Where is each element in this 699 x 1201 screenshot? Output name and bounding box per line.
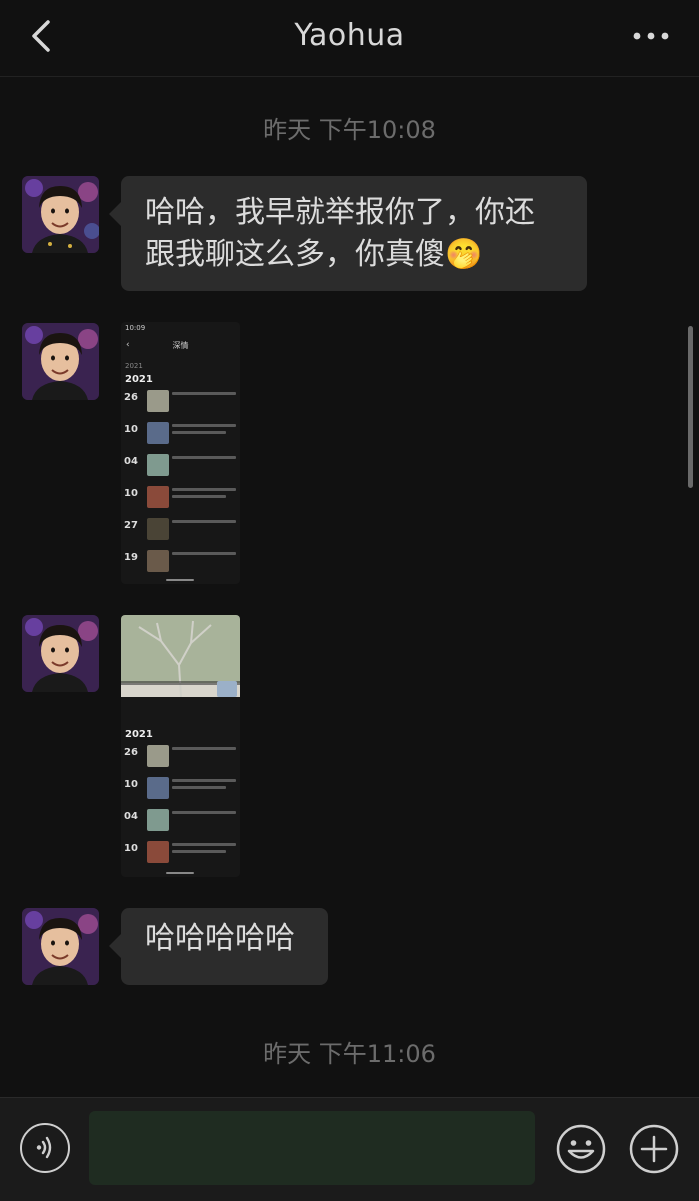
mini-thumb (147, 422, 169, 444)
avatar[interactable] (22, 323, 99, 400)
mini-feed-row: 10 (121, 775, 240, 807)
scrollbar[interactable] (688, 326, 693, 488)
message-text-line1: 哈哈，我早就举报你了，你还 (145, 195, 535, 230)
mini-feed-row: 26 (121, 743, 240, 775)
emoji-icon[interactable] (556, 1124, 606, 1174)
timestamp: 昨天 下午10:08 (263, 116, 436, 144)
avatar[interactable] (22, 908, 99, 985)
avatar[interactable] (22, 615, 99, 692)
mini-thumb (147, 841, 169, 863)
mini-title: 深情 (172, 341, 189, 350)
mini-status-bar: 10:09 (121, 322, 240, 336)
mini-feed-row: 04 (121, 807, 240, 839)
mini-date: 10 (124, 488, 138, 499)
mini-feed-row: 04 (121, 452, 240, 484)
timestamp: 昨天 下午11:06 (263, 1040, 436, 1068)
mini-year: 2021 (125, 729, 153, 740)
hand-over-mouth-emoji-icon: 🤭 (445, 237, 483, 272)
mini-date: 27 (124, 520, 138, 531)
mini-thumb (147, 486, 169, 508)
mini-cover-photo (121, 615, 240, 698)
mini-thumb (147, 745, 169, 767)
mini-home-indicator (166, 579, 194, 581)
image-message[interactable]: 10:09 ‹ 深情 2021 2021 26 10 04 10 27 19 (121, 322, 240, 584)
voice-icon[interactable] (20, 1123, 70, 1173)
image-message[interactable]: 2021 26 10 04 10 (121, 615, 240, 877)
message-text: 哈哈哈哈哈 (145, 921, 295, 956)
chat-header: Yaohua (0, 0, 699, 77)
mini-date: 26 (124, 392, 138, 403)
mini-date: 26 (124, 747, 138, 758)
mini-thumb (147, 809, 169, 831)
mini-date: 10 (124, 424, 138, 435)
chat-title: Yaohua (294, 18, 405, 53)
mini-header: ‹ 深情 (121, 336, 240, 362)
more-dots-icon[interactable] (631, 22, 671, 52)
message-text-line2: 跟我聊这么多，你真傻 (145, 237, 445, 272)
mini-date: 04 (124, 811, 138, 822)
mini-feed-row: 27 (121, 516, 240, 548)
mini-date: 19 (124, 552, 138, 563)
mini-status-time: 10:09 (125, 324, 146, 332)
mini-feed-row: 10 (121, 484, 240, 516)
mini-home-indicator (166, 872, 194, 874)
mini-feed-row: 10 (121, 839, 240, 871)
mini-thumb (147, 550, 169, 572)
mini-feed-row: 19 (121, 548, 240, 580)
mini-thumb (147, 454, 169, 476)
mini-year: 2021 (125, 374, 153, 385)
mini-year-small: 2021 (125, 362, 143, 370)
mini-thumb (147, 390, 169, 412)
message-bubble[interactable]: 哈哈，我早就举报你了，你还 跟我聊这么多，你真傻🤭 (109, 176, 587, 291)
mini-feed-row: 26 (121, 388, 240, 420)
mini-date: 10 (124, 843, 138, 854)
message-input[interactable] (89, 1111, 535, 1185)
mini-feed-row: 10 (121, 420, 240, 452)
plus-icon[interactable] (629, 1124, 679, 1174)
mini-thumb (147, 518, 169, 540)
mini-date: 04 (124, 456, 138, 467)
message-bubble[interactable]: 哈哈哈哈哈 (109, 908, 328, 985)
mini-date: 10 (124, 779, 138, 790)
avatar[interactable] (22, 176, 99, 253)
mini-thumb (147, 777, 169, 799)
